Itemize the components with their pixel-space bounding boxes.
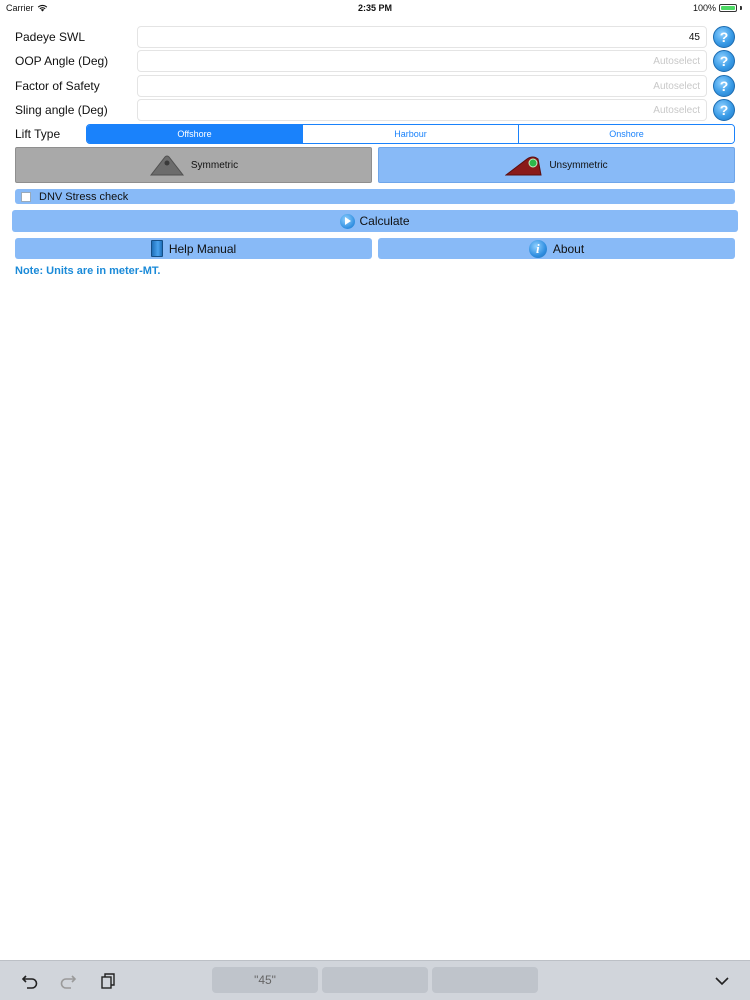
chevron-down-icon[interactable]: [712, 971, 732, 991]
book-icon: [150, 240, 163, 257]
lift-type-offshore[interactable]: Offshore: [87, 125, 302, 143]
suggestion-2[interactable]: [322, 967, 428, 993]
oop-angle-help-icon[interactable]: ?: [713, 50, 735, 72]
symmetric-label: Symmetric: [190, 159, 239, 171]
battery-percent: 100%: [692, 3, 716, 13]
suggestion-3[interactable]: [432, 967, 538, 993]
lift-type-row: Lift Type Offshore Harbour Onshore: [0, 122, 750, 146]
battery-info: 100%: [693, 0, 742, 16]
sling-angle-help-icon[interactable]: ?: [713, 99, 735, 121]
calculate-label: Calculate: [359, 214, 410, 228]
sling-angle-label: Sling angle (Deg): [15, 103, 108, 117]
padeye-swl-label: Padeye SWL: [15, 30, 86, 44]
lift-type-onshore[interactable]: Onshore: [518, 125, 734, 143]
app-screen: Carrier 2:35 PM 100% Padeye SWL ? OOP An…: [0, 0, 750, 1000]
factor-of-safety-label: Factor of Safety: [15, 79, 100, 93]
unsymmetric-button[interactable]: Unsymmetric: [378, 147, 735, 183]
keyboard-shortcut-bar: "45": [0, 960, 750, 1000]
help-manual-label: Help Manual: [168, 241, 237, 256]
row-oop-angle: OOP Angle (Deg) ?: [0, 49, 750, 73]
suggestion-1[interactable]: "45": [212, 967, 318, 993]
symmetric-button[interactable]: Symmetric: [15, 147, 372, 183]
row-sling-angle: Sling angle (Deg) ?: [0, 98, 750, 122]
sling-angle-input[interactable]: [137, 99, 707, 121]
status-bar: Carrier 2:35 PM 100%: [0, 0, 750, 16]
status-time: 2:35 PM: [357, 3, 392, 13]
calculate-button[interactable]: Calculate: [12, 210, 738, 232]
lift-type-segmented-control: Offshore Harbour Onshore: [86, 124, 735, 144]
row-factor-of-safety: Factor of Safety ?: [0, 74, 750, 98]
play-icon: [340, 213, 356, 229]
dnv-stress-check-row[interactable]: DNV Stress check: [15, 189, 735, 204]
unsymmetric-label: Unsymmetric: [549, 159, 608, 171]
redo-icon[interactable]: [58, 971, 78, 991]
clipboard-icon[interactable]: [98, 971, 118, 991]
dnv-stress-label: DNV Stress check: [39, 190, 129, 203]
help-manual-button[interactable]: Help Manual: [15, 238, 372, 259]
oop-angle-label: OOP Angle (Deg): [15, 54, 109, 68]
symmetric-padeye-icon: [149, 155, 184, 176]
about-label: About: [552, 241, 585, 256]
factor-of-safety-input[interactable]: [137, 75, 707, 97]
lift-type-harbour[interactable]: Harbour: [302, 125, 518, 143]
factor-of-safety-help-icon[interactable]: ?: [713, 75, 735, 97]
undo-icon[interactable]: [20, 971, 40, 991]
about-button[interactable]: i About: [378, 238, 735, 259]
unsymmetric-padeye-icon: [505, 156, 542, 176]
battery-icon: [719, 4, 737, 12]
battery-tip: [740, 6, 742, 10]
row-padeye-swl: Padeye SWL ?: [0, 25, 750, 49]
units-note: Note: Units are in meter-MT.: [15, 265, 161, 277]
dnv-stress-checkbox[interactable]: [21, 191, 31, 202]
oop-angle-input[interactable]: [137, 50, 707, 72]
lift-type-label: Lift Type: [15, 127, 61, 141]
padeye-swl-input[interactable]: [137, 26, 707, 48]
info-icon: i: [528, 239, 547, 258]
padeye-swl-help-icon[interactable]: ?: [713, 26, 735, 48]
